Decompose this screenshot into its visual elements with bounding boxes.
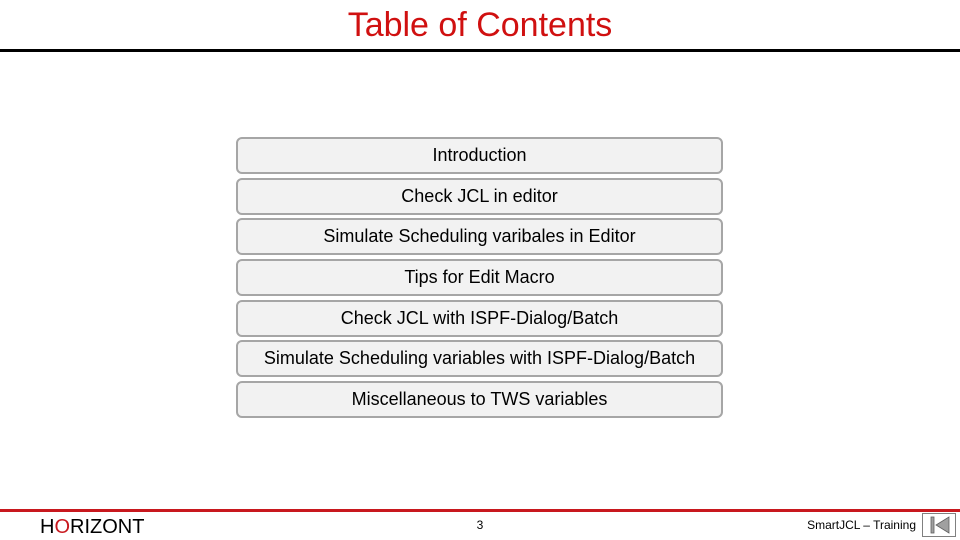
first-slide-icon — [930, 516, 950, 534]
horizont-logo: HORIZONT — [40, 515, 144, 539]
toc-item-introduction[interactable]: Introduction — [236, 137, 723, 174]
toc-item-simulate-scheduling-ispf[interactable]: Simulate Scheduling variables with ISPF-… — [236, 340, 723, 378]
page-number: 3 — [476, 518, 484, 532]
toc-item-check-jcl-editor[interactable]: Check JCL in editor — [236, 177, 723, 215]
title-divider — [0, 49, 960, 52]
logo-text-accent: O — [54, 516, 71, 538]
logo-text-prefix: H — [40, 516, 55, 538]
slide-title: Table of Contents — [347, 6, 613, 44]
logo-text-suffix: RIZONT — [70, 516, 145, 538]
table-of-contents: Introduction Check JCL in editor Simulat… — [236, 137, 723, 422]
toc-item-check-jcl-ispf[interactable]: Check JCL with ISPF-Dialog/Batch — [236, 299, 723, 337]
toc-item-simulate-scheduling-editor[interactable]: Simulate Scheduling varibales in Editor — [236, 218, 723, 256]
toc-item-miscellaneous-tws[interactable]: Miscellaneous to TWS variables — [236, 381, 723, 419]
footer-divider — [0, 509, 960, 512]
course-label: SmartJCL – Training — [807, 518, 916, 532]
first-slide-button[interactable] — [922, 513, 956, 537]
toc-item-tips-edit-macro[interactable]: Tips for Edit Macro — [236, 259, 723, 297]
